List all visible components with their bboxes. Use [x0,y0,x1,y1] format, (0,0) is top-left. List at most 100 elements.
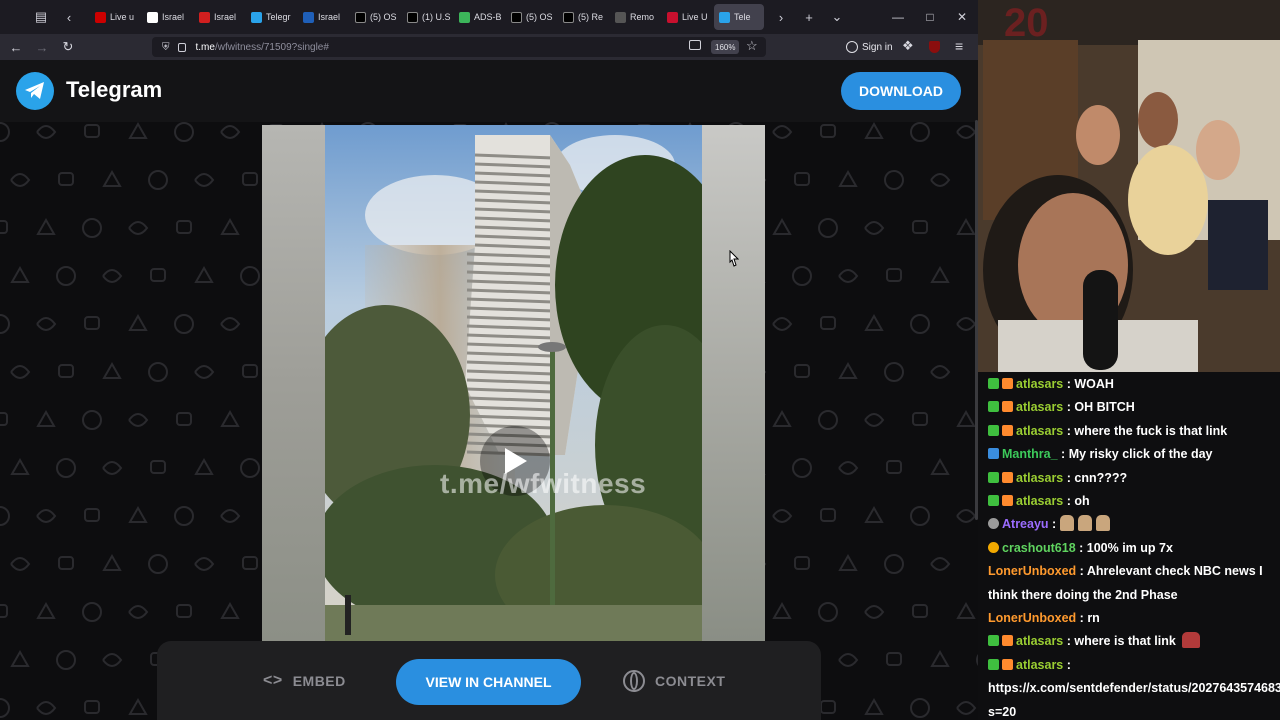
browser-tab[interactable]: Israel [298,4,348,30]
chat-username[interactable]: atlasars [1016,377,1063,391]
ublock-icon[interactable] [929,41,940,53]
doodle-shape [128,505,148,523]
doodle-shape [36,125,57,139]
browser-tab[interactable]: (5) Re [558,4,608,30]
chat-text: 100% im up 7x [1086,540,1173,555]
doodle-shape [148,362,168,382]
browser-tab[interactable]: Live U [662,4,712,30]
reader-view-icon[interactable] [689,40,701,50]
webcam-overlay: 20 [978,0,1280,372]
doodle-shape [820,316,836,330]
doodle-shape [102,269,123,283]
doodle-shape [772,125,793,139]
back-icon[interactable]: ← [4,35,28,59]
doodle-shape [36,601,56,619]
doodle-shape [930,649,950,667]
browser-tab[interactable]: (1) U.S [402,4,452,30]
chat-username[interactable]: atlasars [1016,400,1063,414]
forward-icon[interactable]: → [30,35,54,59]
address-bar[interactable]: ⛨ t.me/wfwitness/71509?single# [152,37,766,57]
browser-tab[interactable]: (5) OS [506,4,556,30]
tab-scroll-right-icon[interactable]: › [770,6,792,28]
browser-tab[interactable]: Remo [610,4,660,30]
doodle-shape [884,170,904,190]
moderator-icon [988,424,999,436]
chat-username[interactable]: atlasars [1016,424,1063,438]
doodle-shape [794,364,810,378]
doodle-shape [0,314,10,334]
close-window-icon[interactable]: ✕ [946,0,978,34]
chat-username[interactable]: LonerUnboxed [988,564,1076,578]
minimize-icon[interactable]: — [882,0,914,34]
tab-label: Remo [630,12,655,22]
chat-username[interactable]: atlasars [1016,471,1063,485]
post-media[interactable]: t.me/wfwitness [262,125,765,641]
download-button[interactable]: DOWNLOAD [841,72,961,110]
new-tab-icon[interactable]: + [798,6,820,28]
tab-label: (5) OS [526,12,553,22]
chat-message: LonerUnboxed : Ahrelevant check NBC news… [988,560,1280,607]
doodle-shape [820,508,836,522]
chat-message: Atreayu : [988,513,1280,536]
doodle-shape [82,218,102,238]
doodle-shape [838,553,858,571]
chat-separator: : [1063,470,1075,485]
embed-button[interactable]: <> EMBED [263,641,346,720]
browser-tab[interactable]: Israel [142,4,192,30]
tab-overview-icon[interactable]: ▤ [30,6,52,28]
telegram-page: Telegram DOWNLOAD t.me/wfwitness <> EMBE… [0,60,978,720]
list-all-tabs-icon[interactable]: ⌄ [826,6,848,28]
account-icon [846,41,858,53]
url-text[interactable]: t.me/wfwitness/71509?single# [196,42,329,53]
chat-username[interactable]: Manthra_ [1002,447,1058,461]
browser-tab[interactable]: Live u [90,4,140,30]
doodle-shape [194,365,215,379]
lock-icon[interactable] [177,42,186,52]
doodle-shape [794,556,810,570]
moderator-icon [988,635,999,647]
chat-username[interactable]: Atreayu [1002,517,1049,531]
doodle-shape [864,122,884,139]
tab-label: ADS-B [474,12,502,22]
context-button[interactable]: CONTEXT [623,641,725,720]
shield-icon[interactable]: ⛨ [162,42,170,53]
moderator-icon [988,495,999,507]
video-frame[interactable]: t.me/wfwitness [325,125,702,641]
browser-tab[interactable]: Tele [714,4,764,30]
telegram-brand[interactable]: Telegram [66,77,162,103]
doodle-shape [956,217,976,235]
sign-in-button[interactable]: Sign in [846,37,893,57]
doodle-shape [194,265,214,283]
bookmark-star-icon[interactable]: ☆ [746,38,758,54]
chat-separator: : [1063,400,1075,415]
chat-username[interactable]: atlasars [1016,658,1063,672]
doodle-shape [176,412,192,426]
doodle-shape [56,458,76,478]
chat-text: WOAH [1074,377,1114,391]
reload-icon[interactable]: ↻ [56,35,80,59]
view-in-channel-button[interactable]: VIEW IN CHANNEL [396,659,581,705]
zoom-level[interactable]: 160% [711,40,740,54]
chat-username[interactable]: LonerUnboxed [988,611,1076,625]
chat-username[interactable]: atlasars [1016,494,1063,508]
chat-username[interactable]: crashout618 [1002,541,1076,555]
doodle-shape [220,409,240,427]
maximize-icon[interactable]: □ [914,0,946,34]
browser-tab[interactable]: ADS-B [454,4,504,30]
doodle-shape [910,314,930,334]
telegram-logo-icon[interactable] [16,72,54,110]
doodle-shape [220,125,241,139]
browser-tab[interactable]: Telegr [246,4,296,30]
doodle-shape [174,122,194,142]
menu-icon[interactable]: ≡ [955,38,963,54]
doodle-shape [818,218,838,238]
browser-tab[interactable]: (5) OS [350,4,400,30]
chat-username[interactable]: atlasars [1016,634,1063,648]
doodle-shape [242,556,258,570]
chat-text: oh [1074,494,1090,509]
browser-tab[interactable]: Israel [194,4,244,30]
tab-scroll-left-icon[interactable]: ‹ [58,6,80,28]
doodle-shape [150,268,166,282]
doodle-shape [82,410,102,430]
extensions-icon[interactable]: ❖ [902,38,914,54]
